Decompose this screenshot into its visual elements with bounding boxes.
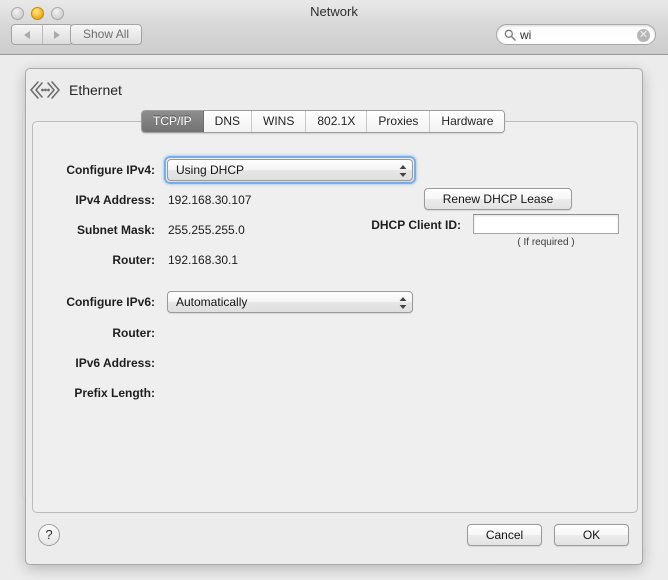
search-input-value[interactable]: wi (520, 27, 531, 44)
tab-bar: TCP/IP DNS WINS 802.1X Proxies Hardware (141, 110, 505, 133)
window-titlebar: Network Show All wi ✕ (0, 0, 668, 55)
configure-ipv6-value: Automatically (176, 295, 247, 309)
subnet-mask-value: 255.255.255.0 (168, 223, 245, 237)
ipv6-address-label: IPv6 Address: (15, 356, 155, 370)
prefix-length-label: Prefix Length: (15, 386, 155, 400)
help-button[interactable]: ? (38, 524, 60, 546)
chevron-updown-icon (399, 296, 407, 310)
dhcp-client-id-input[interactable] (473, 214, 619, 234)
tab-dns[interactable]: DNS (204, 111, 252, 132)
configure-ipv6-popup[interactable]: Automatically (167, 291, 413, 313)
clear-circle-icon[interactable]: ✕ (637, 29, 650, 42)
configure-ipv4-value: Using DHCP (176, 163, 244, 177)
tab-tcpip[interactable]: TCP/IP (142, 111, 204, 132)
cancel-button[interactable]: Cancel (467, 524, 542, 546)
search-icon (504, 29, 516, 41)
ethernet-port-icon (28, 78, 62, 102)
triangle-left-icon (24, 31, 30, 39)
tab-wins[interactable]: WINS (252, 111, 306, 132)
interface-header: Ethernet (26, 69, 644, 111)
navigation-buttons-group (11, 24, 73, 45)
search-field[interactable]: wi ✕ (496, 24, 656, 45)
renew-dhcp-lease-button[interactable]: Renew DHCP Lease (424, 188, 572, 210)
configure-ipv6-label: Configure IPv6: (15, 295, 155, 309)
show-all-button[interactable]: Show All (70, 24, 142, 45)
window-title: Network (0, 4, 668, 19)
dhcp-client-id-hint: ( If required ) (473, 237, 619, 248)
tab-8021x[interactable]: 802.1X (306, 111, 367, 132)
configure-ipv4-label: Configure IPv4: (15, 163, 155, 177)
interface-name-label: Ethernet (69, 82, 122, 98)
ipv6-router-label: Router: (15, 326, 155, 340)
ipv4-router-label: Router: (15, 253, 155, 267)
network-preferences-window: Network Show All wi ✕ Location: Automati… (0, 0, 668, 580)
ok-button[interactable]: OK (554, 524, 629, 546)
configure-ipv4-popup[interactable]: Using DHCP (167, 159, 413, 181)
tab-hardware[interactable]: Hardware (430, 111, 504, 132)
tcpip-configuration-sheet: Ethernet TCP/IP DNS WINS 802.1X Proxies … (25, 68, 643, 565)
triangle-right-icon (54, 31, 60, 39)
back-button[interactable] (12, 25, 43, 44)
ipv4-address-label: IPv4 Address: (15, 193, 155, 207)
ipv4-address-value: 192.168.30.107 (168, 193, 251, 207)
dhcp-client-id-label: DHCP Client ID: (321, 218, 461, 232)
forward-button[interactable] (43, 25, 73, 44)
chevron-updown-icon (399, 164, 407, 178)
tcpip-tab-pane: Configure IPv4: Using DHCP IPv4 Address:… (32, 121, 638, 513)
subnet-mask-label: Subnet Mask: (15, 223, 155, 237)
tab-proxies[interactable]: Proxies (367, 111, 430, 132)
ipv4-router-value: 192.168.30.1 (168, 253, 238, 267)
